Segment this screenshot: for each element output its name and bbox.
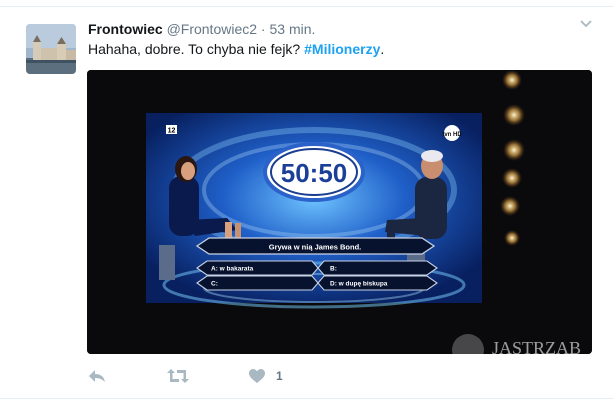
reply-icon	[89, 370, 105, 382]
user-handle[interactable]: @Frontowiec2	[167, 21, 257, 37]
like-count: 1	[276, 369, 283, 383]
question-text: Grywa w nią James Bond.	[269, 243, 362, 252]
tweet-text-end: .	[380, 41, 385, 57]
header-separator: ·	[260, 21, 266, 37]
media-photo[interactable]: 50:50 12 tvn HD Grywa w nią James Bond. …	[87, 70, 592, 354]
watermark-text: JASTRZĄB	[492, 338, 581, 354]
age-rating-text: 12	[168, 128, 176, 135]
tweet-text-body: Hahaha, dobre. To chyba nie fejk?	[88, 41, 301, 57]
lifeline-label: 50:50	[281, 158, 348, 188]
answer-b: B:	[330, 266, 337, 273]
tweet-text: Hahaha, dobre. To chyba nie fejk? #Milio…	[88, 41, 384, 57]
heart-icon	[249, 369, 265, 383]
avatar[interactable]	[26, 24, 76, 74]
tweet-actions: 1	[88, 366, 388, 386]
answer-a: A: w bakarata	[211, 266, 254, 273]
display-name[interactable]: Frontowiec	[88, 21, 163, 37]
avatar-image	[26, 24, 76, 74]
retweet-button[interactable]	[167, 366, 189, 386]
top-divider	[0, 6, 613, 7]
hashtag-link[interactable]: #Milionerzy	[304, 41, 380, 57]
tv-photo: 50:50 12 tvn HD Grywa w nią James Bond. …	[87, 70, 592, 354]
answer-d: D: w dupę biskupa	[330, 281, 388, 288]
bottom-divider	[0, 398, 613, 399]
reply-button[interactable]	[88, 366, 106, 386]
like-button[interactable]: 1	[248, 366, 283, 386]
channel-logo-text: tvn HD	[442, 132, 462, 138]
retweet-icon	[167, 369, 189, 383]
tweet-timestamp[interactable]: 53 min.	[269, 21, 315, 37]
tweet-header: Frontowiec @Frontowiec2 · 53 min.	[88, 21, 315, 37]
answer-c: C:	[211, 281, 218, 288]
chevron-down-icon[interactable]	[579, 16, 593, 30]
